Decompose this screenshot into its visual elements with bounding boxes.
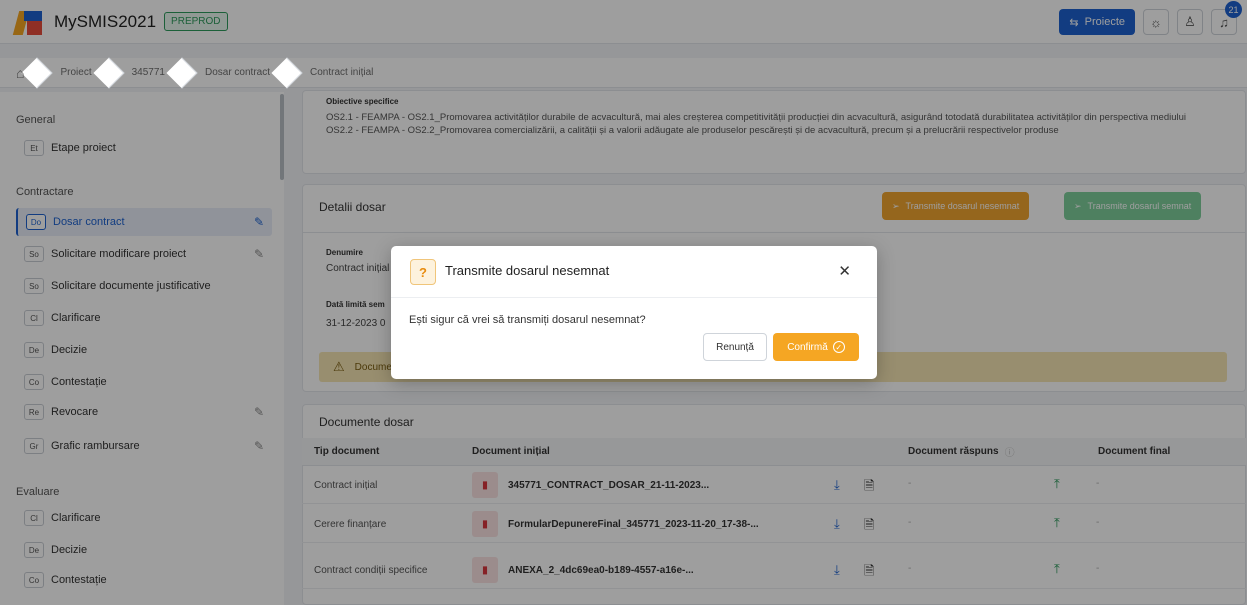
confirm-button[interactable]: Confirmă ✓ [773,333,859,361]
question-icon: ? [410,259,436,285]
dialog-message: Ești sigur că vrei să transmiți dosarul … [409,314,646,326]
dialog-header: ? Transmite dosarul nesemnat ✕ [391,246,877,298]
check-icon: ✓ [832,341,845,353]
dialog-title: Transmite dosarul nesemnat [445,263,610,278]
cancel-button[interactable]: Renunță [703,333,767,361]
confirm-dialog: ? Transmite dosarul nesemnat ✕ Ești sigu… [391,246,877,379]
home-icon: ⌂ [16,64,25,81]
close-icon[interactable]: ✕ [838,262,851,280]
